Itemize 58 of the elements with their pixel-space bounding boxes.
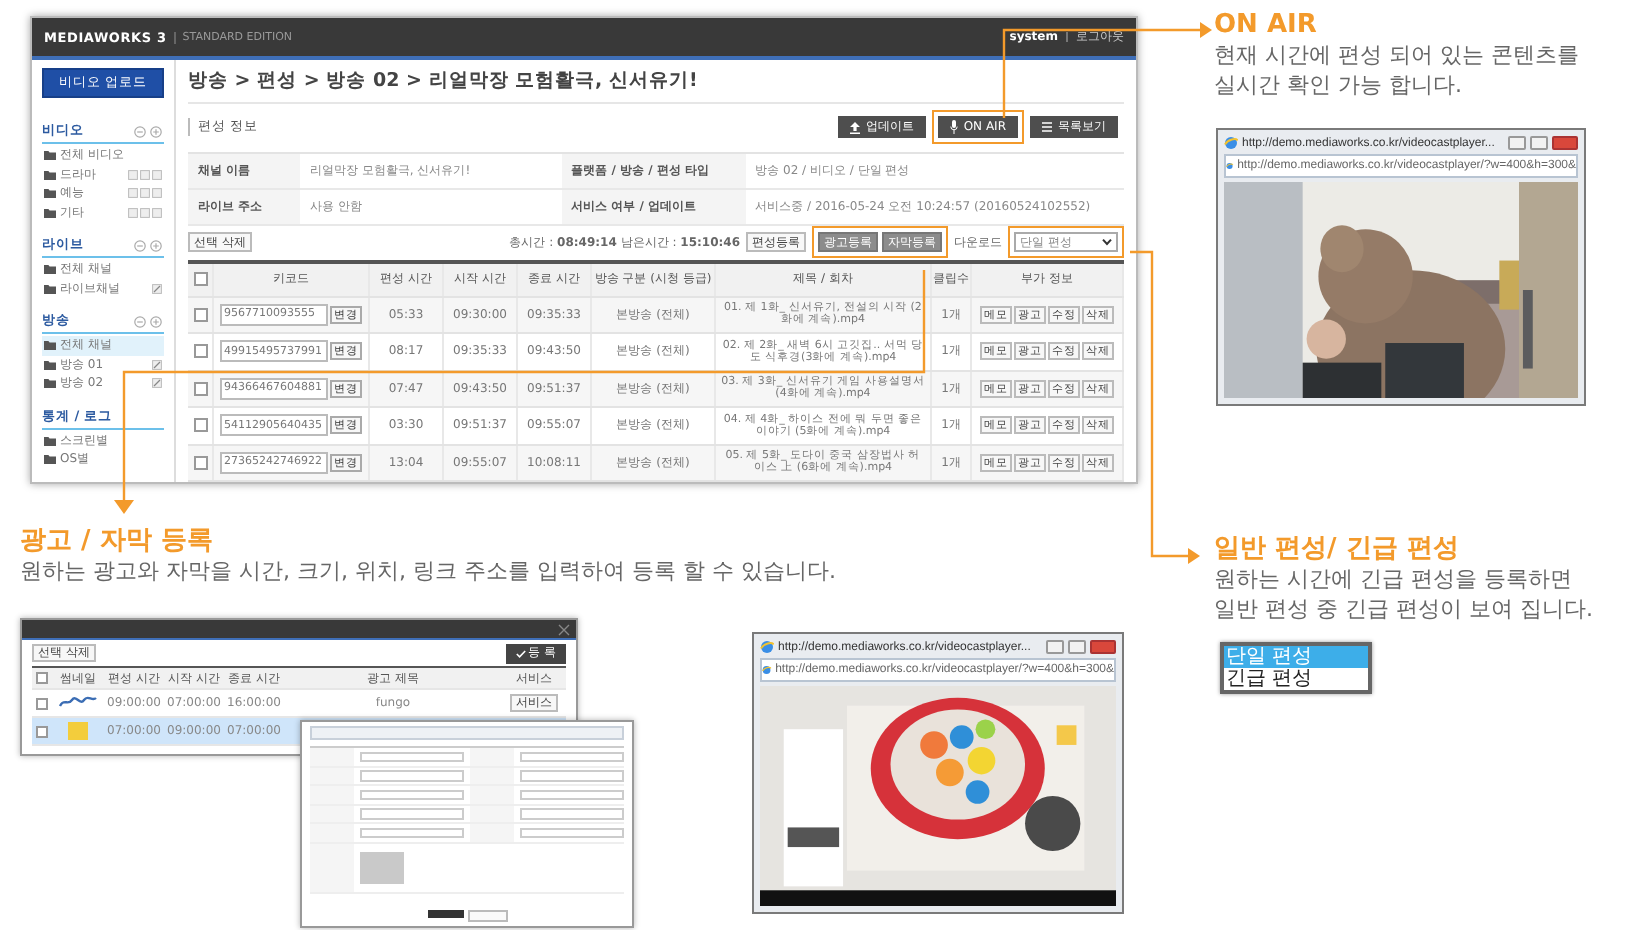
upload-icon [849,121,860,134]
browser-icon [762,664,772,676]
edit-icon[interactable] [152,359,162,370]
checkbox[interactable] [193,381,207,396]
callout-title: ON AIR [1214,8,1319,42]
input-field[interactable] [360,808,464,819]
form-button[interactable] [427,910,463,918]
tool-icons[interactable] [128,188,162,199]
checkbox[interactable] [36,672,48,684]
collapse-expand-icon[interactable] [134,315,164,327]
callout-text: 원하는 시간에 긴급 편성을 등록하면 [1214,566,1574,595]
input-field[interactable] [520,770,624,781]
input-field[interactable] [520,789,624,800]
input-field[interactable] [360,827,464,838]
edit-icon[interactable] [152,378,162,389]
callout-text: 실시간 확인 가능 합니다. [1214,71,1464,100]
input-field[interactable] [520,751,624,762]
input-field[interactable] [360,770,464,781]
callout-title: 광고 / 자막 등록 [20,524,215,558]
list-icon [1042,122,1052,133]
close-button[interactable] [1552,136,1578,150]
checkbox[interactable] [193,455,207,470]
input-field[interactable] [520,827,624,838]
checkbox[interactable] [36,697,48,709]
checkbox[interactable] [36,725,48,737]
checkbox[interactable] [193,307,207,322]
collapse-expand-icon[interactable] [134,239,164,251]
tool-icons[interactable] [128,169,162,180]
callout-text: 현재 시간에 편성 되어 있는 콘텐츠를 [1214,42,1579,71]
collapse-expand-icon[interactable] [134,125,164,137]
checkbox[interactable] [193,272,207,286]
browser-icon [1226,160,1234,172]
callout-text: 원하는 광고와 자막을 시간, 크기, 위치, 링크 주소를 입력하여 등록 할 수 있습니다. [20,558,836,587]
edit-icon[interactable] [152,283,162,294]
callout-title: 일반 편성/ 긴급 편성 [1214,532,1461,566]
image-placeholder [360,851,404,883]
input-field[interactable] [360,789,464,800]
maximize-button[interactable] [1530,136,1548,150]
thumbnail-icon [58,694,98,712]
checkbox[interactable] [193,344,207,359]
minimize-button[interactable] [1508,136,1526,150]
input-field[interactable] [520,808,624,819]
close-icon[interactable] [558,623,570,635]
close-button[interactable] [1090,640,1116,654]
browser-icon [1224,136,1238,150]
listbox-option[interactable]: 긴급 편성 [1224,668,1368,690]
browser-icon [760,640,774,654]
callout-text: 일반 편성 중 긴급 편성이 보여 집니다. [1214,595,1593,624]
tool-icons[interactable] [128,207,162,218]
chevron-down-icon [1102,238,1112,247]
microphone-icon [949,120,958,135]
input-field[interactable] [360,751,464,762]
check-icon [516,649,527,657]
maximize-button[interactable] [1068,640,1086,654]
breadcrumb: 방송 > 편성 > 방송 02 > 리얼막장 모험활극, 신서유기! [188,60,1124,105]
checkbox[interactable] [193,418,207,433]
schedule-listbox[interactable]: 단일 편성 긴급 편성 [1220,642,1372,694]
minimize-button[interactable] [1046,640,1064,654]
